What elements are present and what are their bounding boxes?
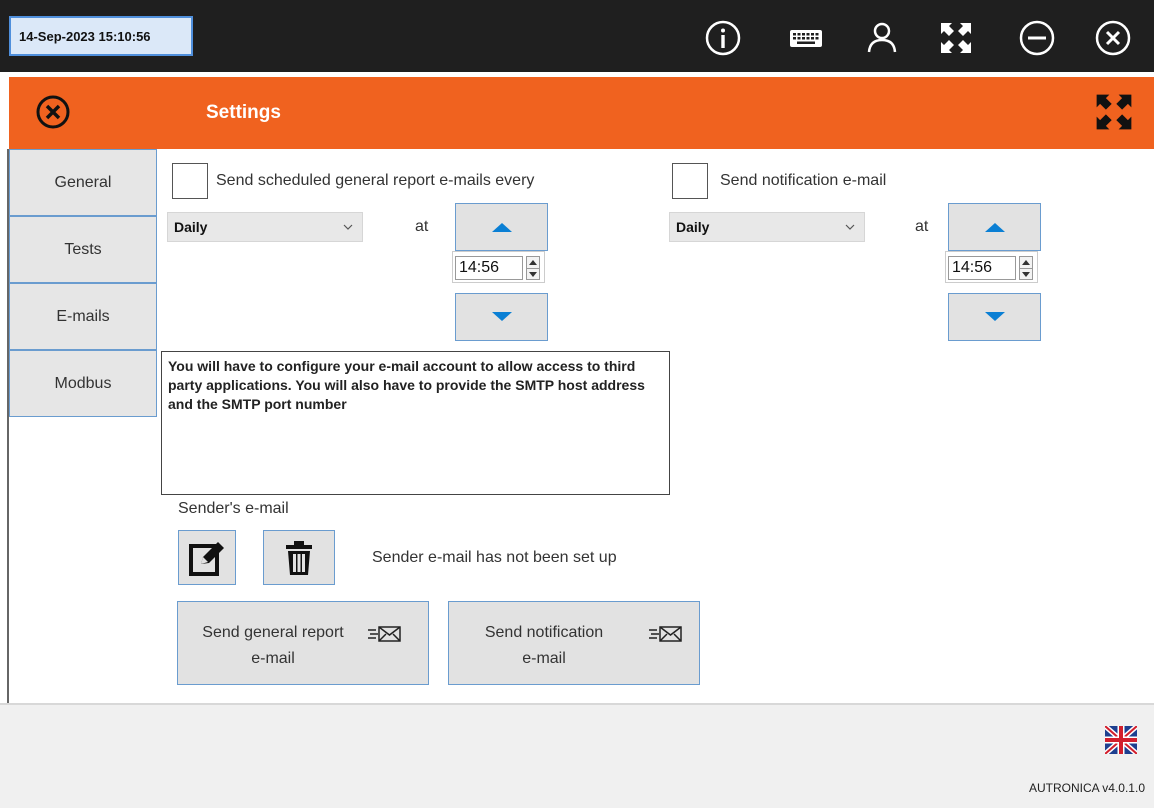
scheduled-time-field[interactable]: 14:56 (452, 251, 545, 283)
notification-at-label: at (915, 218, 929, 235)
tab-e-mails[interactable]: E-mails (9, 283, 157, 350)
arrow-down-icon (491, 312, 512, 321)
arrow-up-icon (984, 223, 1005, 232)
scheduled-frequency-select[interactable]: Daily (167, 212, 363, 242)
spin-down-icon (529, 271, 537, 277)
scheduled-time-down-button[interactable] (455, 293, 548, 341)
scheduled-frequency-value: Daily (174, 219, 208, 235)
notification-time-field[interactable]: 14:56 (945, 251, 1038, 283)
send-notification-button[interactable]: Send notification e-mail (448, 601, 700, 685)
spin-down-icon (1022, 271, 1030, 277)
notification-frequency-value: Daily (676, 219, 710, 235)
keyboard-icon[interactable] (786, 18, 826, 58)
footer: AUTRONICA v4.0.1.0 (0, 705, 1154, 808)
send-mail-icon (368, 626, 401, 642)
email-info-box: You will have to configure your e-mail a… (161, 351, 670, 495)
notification-frequency-select[interactable]: Daily (669, 212, 865, 242)
version-label: AUTRONICA v4.0.1.0 (1028, 781, 1145, 795)
top-bar: 14-Sep-2023 15:10:56 (0, 0, 1154, 72)
scheduled-report-checkbox[interactable] (172, 163, 208, 199)
notification-checkbox[interactable] (672, 163, 708, 199)
notification-time-spinner[interactable] (1019, 256, 1033, 280)
uk-flag-icon[interactable] (1103, 724, 1139, 756)
trash-icon (286, 540, 312, 575)
edit-sender-button[interactable] (178, 530, 236, 585)
send-general-report-line2: e-mail (251, 650, 295, 667)
notification-label: Send notification e-mail (720, 172, 887, 189)
scheduled-report-label: Send scheduled general report e-mails ev… (216, 172, 535, 189)
edit-icon (189, 541, 224, 576)
send-notification-line1: Send notification (484, 624, 604, 641)
send-notification-line2: e-mail (522, 650, 566, 667)
close-settings-icon[interactable] (33, 92, 73, 132)
scheduled-time-up-button[interactable] (455, 203, 548, 251)
sender-status-text: Sender e-mail has not been set up (372, 549, 617, 566)
send-mail-icon (649, 626, 682, 642)
fullscreen-icon[interactable] (936, 18, 976, 58)
spin-up-icon (529, 260, 537, 265)
close-icon[interactable] (1093, 18, 1133, 58)
tab-general[interactable]: General (9, 149, 157, 216)
settings-header: Settings (9, 77, 1154, 149)
send-general-report-button[interactable]: Send general report e-mail (177, 601, 429, 685)
sender-email-label: Sender's e-mail (178, 500, 289, 517)
arrow-up-icon (491, 223, 512, 232)
chevron-down-icon (343, 224, 353, 230)
info-icon[interactable] (703, 18, 743, 58)
notification-time-down-button[interactable] (948, 293, 1041, 341)
arrow-down-icon (984, 312, 1005, 321)
notification-time-input[interactable]: 14:56 (948, 256, 1016, 280)
scheduled-at-label: at (415, 218, 429, 235)
chevron-down-icon (845, 224, 855, 230)
tab-modbus[interactable]: Modbus (9, 350, 157, 417)
minimize-icon[interactable] (1017, 18, 1057, 58)
scheduled-time-input[interactable]: 14:56 (455, 256, 523, 280)
user-icon[interactable] (862, 18, 902, 58)
spin-up-icon (1022, 260, 1030, 265)
delete-sender-button[interactable] (263, 530, 335, 585)
send-general-report-line1: Send general report (202, 624, 344, 641)
datetime-display: 14-Sep-2023 15:10:56 (9, 16, 193, 56)
expand-icon[interactable] (1092, 90, 1136, 134)
notification-time-up-button[interactable] (948, 203, 1041, 251)
tab-tests[interactable]: Tests (9, 216, 157, 283)
scheduled-time-spinner[interactable] (526, 256, 540, 280)
page-title: Settings (206, 102, 281, 123)
